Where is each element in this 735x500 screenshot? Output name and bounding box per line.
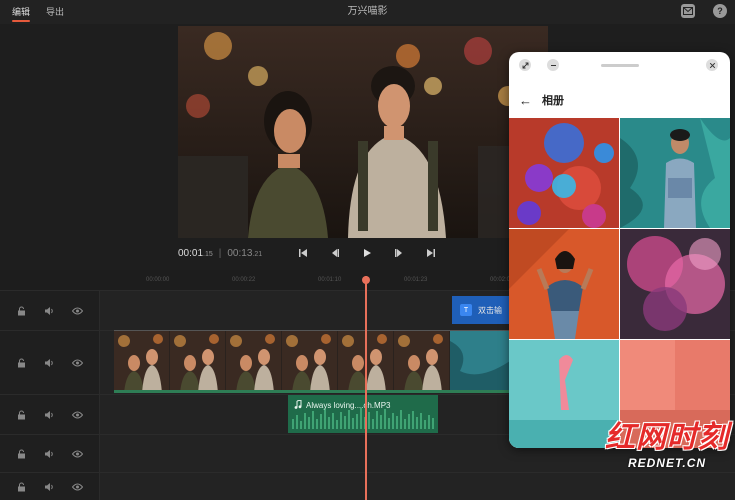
empty-track (0, 472, 735, 500)
ruler-tick: 00:00:22 (232, 277, 256, 283)
volume-icon[interactable] (43, 305, 55, 317)
drag-handle[interactable] (601, 64, 639, 67)
current-time: 00:01 (178, 248, 204, 259)
close-icon[interactable] (706, 59, 718, 71)
video-clip-thumbnails (114, 331, 510, 392)
album-thumbnail[interactable] (509, 340, 619, 448)
expand-icon[interactable] (519, 59, 531, 71)
watermark-logo: 红网时刻 REDNET.CN (605, 412, 729, 470)
track-header (0, 395, 100, 434)
play-icon[interactable] (360, 246, 374, 260)
video-preview[interactable] (178, 26, 548, 238)
video-frame-image (178, 26, 548, 238)
track-header (0, 473, 100, 500)
lock-icon[interactable] (16, 409, 28, 421)
mail-icon[interactable] (681, 4, 695, 18)
album-thumbnail[interactable] (620, 229, 730, 339)
audio-clip-label: Always loving....ch.MP3 (306, 401, 391, 410)
total-time: 00:13 (227, 248, 253, 259)
watermark-main: 红网时刻 (605, 421, 729, 454)
track-header (0, 435, 100, 472)
album-grid (509, 118, 730, 448)
volume-icon[interactable] (43, 448, 55, 460)
album-thumbnail[interactable] (620, 118, 730, 228)
lock-icon[interactable] (16, 481, 28, 493)
app-title: 万兴喵影 (347, 6, 388, 17)
track-header (0, 291, 100, 330)
video-clip[interactable] (114, 330, 510, 392)
eye-icon[interactable] (71, 357, 83, 369)
album-thumbnail[interactable] (509, 229, 619, 339)
lock-icon[interactable] (16, 448, 28, 460)
audio-clip-label-row: Always loving....ch.MP3 (294, 399, 391, 411)
time-separator: | (218, 248, 222, 259)
playhead[interactable] (362, 276, 370, 500)
eye-icon[interactable] (71, 305, 83, 317)
volume-icon[interactable] (43, 357, 55, 369)
volume-icon[interactable] (43, 409, 55, 421)
lock-icon[interactable] (16, 305, 28, 317)
transport-controls (296, 246, 438, 260)
tab-edit[interactable]: 编辑 (8, 0, 34, 24)
ruler-tick: 00:01:23 (404, 277, 428, 283)
timecode: 00:01.15 | 00:13.21 (178, 248, 262, 259)
text-clip[interactable]: T 双击输 (452, 296, 512, 324)
minimize-icon[interactable] (547, 59, 559, 71)
lock-icon[interactable] (16, 357, 28, 369)
eye-icon[interactable] (71, 409, 83, 421)
video-editor-window: 编辑 导出 万兴喵影 ? 00:01.15 | 00:13.21 00:00:0… (0, 0, 735, 500)
skip-to-end-icon[interactable] (424, 246, 438, 260)
top-bar: 编辑 导出 万兴喵影 ? (0, 0, 735, 24)
album-title: 相册 (542, 95, 564, 107)
volume-icon[interactable] (43, 481, 55, 493)
help-icon[interactable]: ? (713, 4, 727, 18)
ruler-tick: 00:00:00 (146, 277, 170, 283)
total-frames: .21 (252, 251, 263, 258)
text-clip-label: 双击输 (478, 305, 502, 315)
current-frames: .15 (203, 251, 213, 258)
back-arrow-icon[interactable]: ← (519, 93, 532, 108)
album-panel: ← 相册 (509, 52, 730, 448)
audio-clip[interactable]: Always loving....ch.MP3 (288, 395, 438, 433)
music-note-icon (294, 399, 302, 411)
eye-icon[interactable] (71, 448, 83, 460)
album-thumbnail[interactable] (509, 118, 619, 228)
album-header: ← 相册 (519, 92, 564, 108)
watermark-sub: REDNET.CN (627, 456, 707, 470)
ruler-tick: 00:01:10 (318, 277, 342, 283)
track-header (0, 331, 100, 394)
video-clip-audio-bar (114, 390, 510, 393)
skip-to-start-icon[interactable] (296, 246, 310, 260)
album-window-bar (509, 52, 730, 80)
next-frame-icon[interactable] (392, 246, 406, 260)
tab-export[interactable]: 导出 (42, 0, 68, 24)
text-clip-badge: T (460, 304, 472, 316)
eye-icon[interactable] (71, 481, 83, 493)
previous-frame-icon[interactable] (328, 246, 342, 260)
